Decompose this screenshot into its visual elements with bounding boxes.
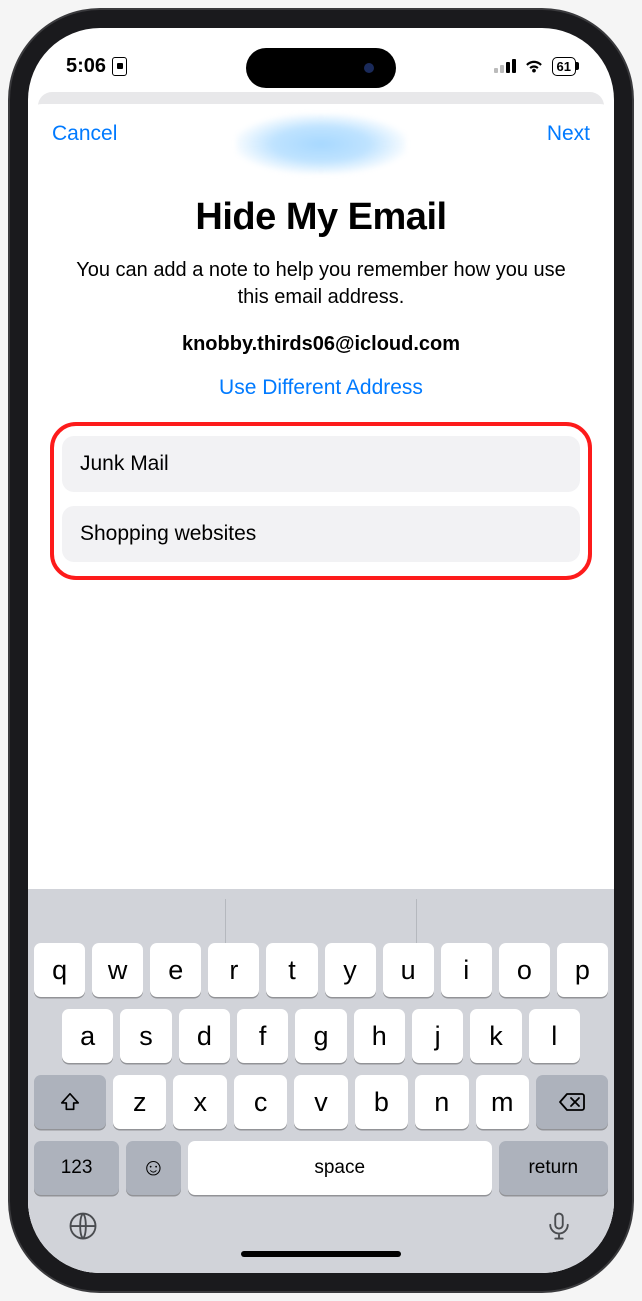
use-different-address-button[interactable]: Use Different Address	[54, 376, 588, 400]
key-p[interactable]: p	[557, 943, 608, 997]
next-button[interactable]: Next	[547, 122, 590, 146]
numbers-key[interactable]: 123	[34, 1141, 119, 1195]
key-r[interactable]: r	[208, 943, 259, 997]
key-k[interactable]: k	[470, 1009, 521, 1063]
screen: 5:06 61 Cancel Next Hide My Email You ca…	[28, 28, 614, 1273]
shift-key[interactable]	[34, 1075, 106, 1129]
keyboard-footer	[34, 1205, 608, 1243]
page-subtitle: You can add a note to help you remember …	[64, 257, 578, 311]
key-y[interactable]: y	[325, 943, 376, 997]
keyboard-row-1: qwertyuiop	[34, 943, 608, 997]
key-x[interactable]: x	[173, 1075, 226, 1129]
dictation-icon[interactable]	[544, 1211, 574, 1241]
key-j[interactable]: j	[412, 1009, 463, 1063]
key-c[interactable]: c	[234, 1075, 287, 1129]
key-s[interactable]: s	[120, 1009, 171, 1063]
id-card-icon	[112, 57, 127, 76]
generated-email: knobby.thirds06@icloud.com	[54, 333, 588, 356]
key-q[interactable]: q	[34, 943, 85, 997]
home-indicator[interactable]	[241, 1251, 401, 1257]
key-v[interactable]: v	[294, 1075, 347, 1129]
key-m[interactable]: m	[476, 1075, 529, 1129]
annotation-highlight: Junk Mail Shopping websites	[50, 422, 592, 580]
key-h[interactable]: h	[354, 1009, 405, 1063]
cancel-button[interactable]: Cancel	[52, 122, 117, 146]
note-input[interactable]: Shopping websites	[62, 506, 580, 562]
key-z[interactable]: z	[113, 1075, 166, 1129]
key-i[interactable]: i	[441, 943, 492, 997]
keyboard-suggestion-bar[interactable]	[34, 899, 608, 943]
backspace-key[interactable]	[536, 1075, 608, 1129]
dynamic-island	[246, 48, 396, 88]
modal-sheet: Cancel Next Hide My Email You can add a …	[28, 104, 614, 1273]
label-input[interactable]: Junk Mail	[62, 436, 580, 492]
key-w[interactable]: w	[92, 943, 143, 997]
key-u[interactable]: u	[383, 943, 434, 997]
key-l[interactable]: l	[529, 1009, 580, 1063]
key-b[interactable]: b	[355, 1075, 408, 1129]
wifi-icon	[523, 58, 545, 74]
phone-frame: 5:06 61 Cancel Next Hide My Email You ca…	[10, 10, 632, 1291]
globe-icon[interactable]	[68, 1211, 98, 1241]
key-a[interactable]: a	[62, 1009, 113, 1063]
ios-keyboard: qwertyuiop asdfghjkl zxcvbnm 123 ☺ space…	[28, 889, 614, 1273]
keyboard-row-bottom: 123 ☺ space return	[34, 1141, 608, 1195]
sheet-header: Cancel Next	[28, 104, 614, 156]
key-n[interactable]: n	[415, 1075, 468, 1129]
space-key[interactable]: space	[188, 1141, 492, 1195]
page-title: Hide My Email	[54, 196, 588, 239]
sheet-content: Hide My Email You can add a note to help…	[28, 156, 614, 580]
key-d[interactable]: d	[179, 1009, 230, 1063]
key-f[interactable]: f	[237, 1009, 288, 1063]
status-time: 5:06	[66, 55, 106, 78]
return-key[interactable]: return	[499, 1141, 608, 1195]
emoji-key[interactable]: ☺	[126, 1141, 181, 1195]
key-g[interactable]: g	[295, 1009, 346, 1063]
keyboard-row-2: asdfghjkl	[34, 1009, 608, 1063]
cellular-icon	[494, 59, 516, 73]
keyboard-row-3: zxcvbnm	[34, 1075, 608, 1129]
battery-icon: 61	[552, 57, 576, 76]
key-o[interactable]: o	[499, 943, 550, 997]
key-e[interactable]: e	[150, 943, 201, 997]
key-t[interactable]: t	[266, 943, 317, 997]
